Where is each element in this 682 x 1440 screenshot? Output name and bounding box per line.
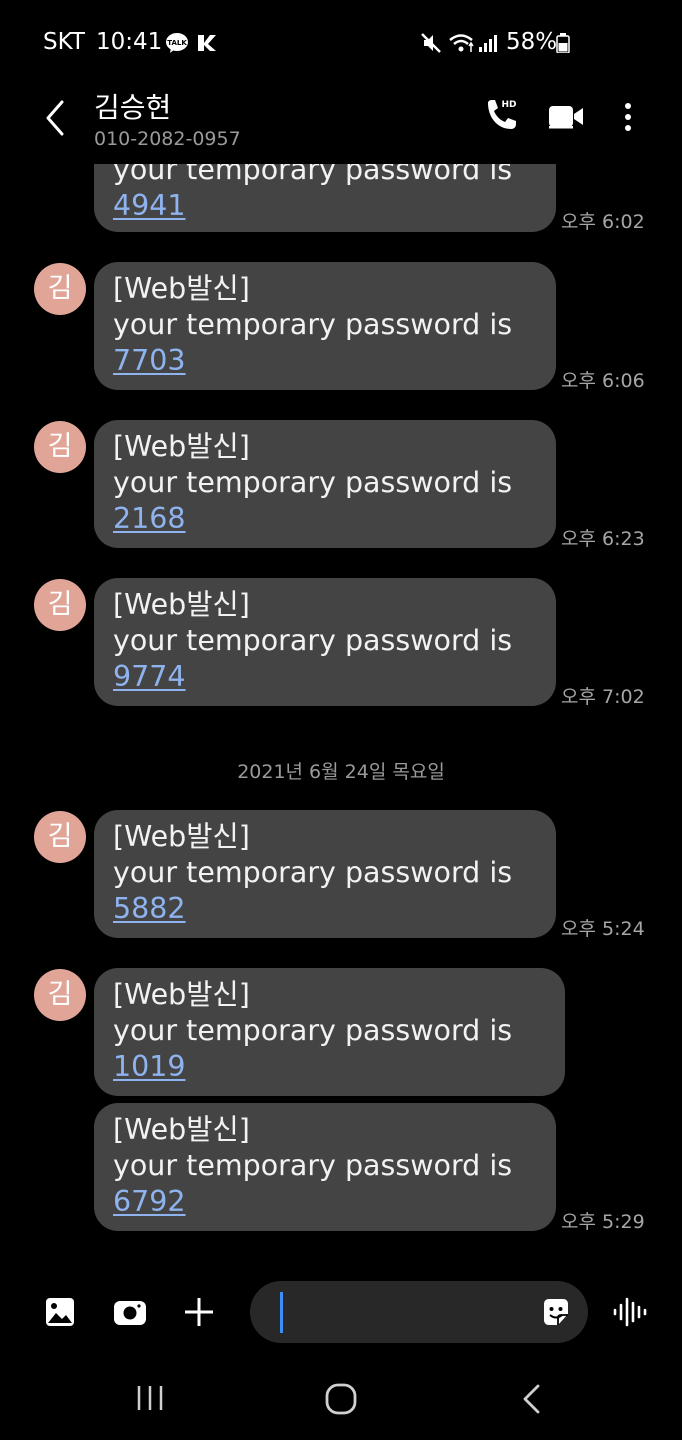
more-options-icon[interactable] bbox=[620, 102, 636, 134]
video-call-icon[interactable] bbox=[547, 102, 585, 132]
message-body: your temporary password is bbox=[113, 1149, 513, 1182]
signal-icon bbox=[478, 33, 498, 53]
message-timestamp: 오후 7:02 bbox=[561, 686, 645, 708]
password-code-link[interactable]: 4941 bbox=[113, 189, 186, 222]
carrier-label: SKT bbox=[43, 29, 85, 55]
message-timestamp: 오후 6:23 bbox=[561, 528, 645, 550]
password-code-link[interactable]: 6792 bbox=[113, 1185, 186, 1218]
message-timestamp: 오후 5:29 bbox=[561, 1211, 645, 1233]
password-code-link[interactable]: 9774 bbox=[113, 660, 186, 693]
voice-record-icon[interactable] bbox=[612, 1296, 648, 1328]
message-body: your temporary password is bbox=[113, 624, 513, 657]
contact-avatar[interactable]: 김 bbox=[34, 263, 86, 315]
message-body: your temporary password is bbox=[113, 308, 513, 341]
message-bubble[interactable]: [Web발신] your temporary password is 2168 bbox=[94, 420, 556, 548]
contact-avatar[interactable]: 김 bbox=[34, 579, 86, 631]
password-code-link[interactable]: 1019 bbox=[113, 1050, 186, 1083]
hd-badge: HD bbox=[501, 100, 516, 110]
message-body: your temporary password is bbox=[113, 856, 513, 889]
wifi-icon bbox=[448, 32, 476, 54]
message-body: your temporary password is bbox=[113, 1014, 513, 1047]
status-bar: SKT 10:41 TALK 58% bbox=[0, 0, 682, 80]
message-body: your temporary password is bbox=[113, 466, 513, 499]
svg-text:TALK: TALK bbox=[167, 39, 187, 47]
mute-icon bbox=[420, 32, 442, 54]
message-list[interactable]: your temporary password is 4941 오후 6:02 … bbox=[0, 0, 682, 1270]
message-bubble[interactable]: [Web발신] your temporary password is 1019 bbox=[94, 968, 565, 1096]
system-navigation-bar bbox=[0, 1360, 682, 1440]
message-prefix: [Web발신] bbox=[113, 820, 250, 853]
message-bubble[interactable]: [Web발신] your temporary password is 7703 bbox=[94, 262, 556, 390]
battery-percent: 58% bbox=[506, 29, 558, 55]
message-prefix: [Web발신] bbox=[113, 430, 250, 463]
back-arrow-icon[interactable] bbox=[40, 98, 72, 138]
add-icon[interactable] bbox=[183, 1296, 215, 1328]
message-timestamp: 오후 5:24 bbox=[561, 918, 645, 940]
message-prefix: [Web발신] bbox=[113, 978, 250, 1011]
contact-avatar[interactable]: 김 bbox=[34, 969, 86, 1021]
message-bubble[interactable]: [Web발신] your temporary password is 5882 bbox=[94, 810, 556, 938]
message-timestamp: 오후 6:02 bbox=[561, 211, 645, 233]
sticker-icon[interactable] bbox=[540, 1296, 572, 1328]
gallery-icon[interactable] bbox=[44, 1296, 76, 1328]
contact-number: 010-2082-0957 bbox=[94, 128, 241, 150]
message-prefix: [Web발신] bbox=[113, 272, 250, 305]
message-prefix: [Web발신] bbox=[113, 588, 250, 621]
nav-back-icon[interactable] bbox=[520, 1384, 544, 1414]
message-bubble[interactable]: [Web발신] your temporary password is 6792 bbox=[94, 1103, 556, 1231]
password-code-link[interactable]: 5882 bbox=[113, 892, 186, 925]
talk-notification-icon: TALK bbox=[165, 32, 189, 54]
message-prefix: [Web발신] bbox=[113, 1113, 250, 1146]
recent-apps-icon[interactable] bbox=[136, 1384, 164, 1412]
hd-call-icon[interactable]: HD bbox=[482, 96, 522, 136]
password-code-link[interactable]: 7703 bbox=[113, 344, 186, 377]
contact-avatar[interactable]: 김 bbox=[34, 421, 86, 473]
camera-icon[interactable] bbox=[112, 1296, 148, 1328]
home-icon[interactable] bbox=[325, 1383, 357, 1415]
message-bubble[interactable]: [Web발신] your temporary password is 9774 bbox=[94, 578, 556, 706]
password-code-link[interactable]: 2168 bbox=[113, 502, 186, 535]
message-timestamp: 오후 6:06 bbox=[561, 370, 645, 392]
composer-bar bbox=[0, 1270, 682, 1360]
battery-icon bbox=[556, 33, 570, 53]
notification-app-icon bbox=[196, 33, 218, 53]
conversation-header: 김승현 010-2082-0957 HD bbox=[0, 80, 682, 164]
clock: 10:41 bbox=[96, 29, 163, 55]
contact-name[interactable]: 김승현 bbox=[94, 86, 171, 126]
text-cursor bbox=[280, 1292, 283, 1333]
contact-avatar[interactable]: 김 bbox=[34, 811, 86, 863]
date-separator: 2021년 6월 24일 목요일 bbox=[237, 761, 445, 783]
message-input[interactable] bbox=[250, 1281, 588, 1343]
